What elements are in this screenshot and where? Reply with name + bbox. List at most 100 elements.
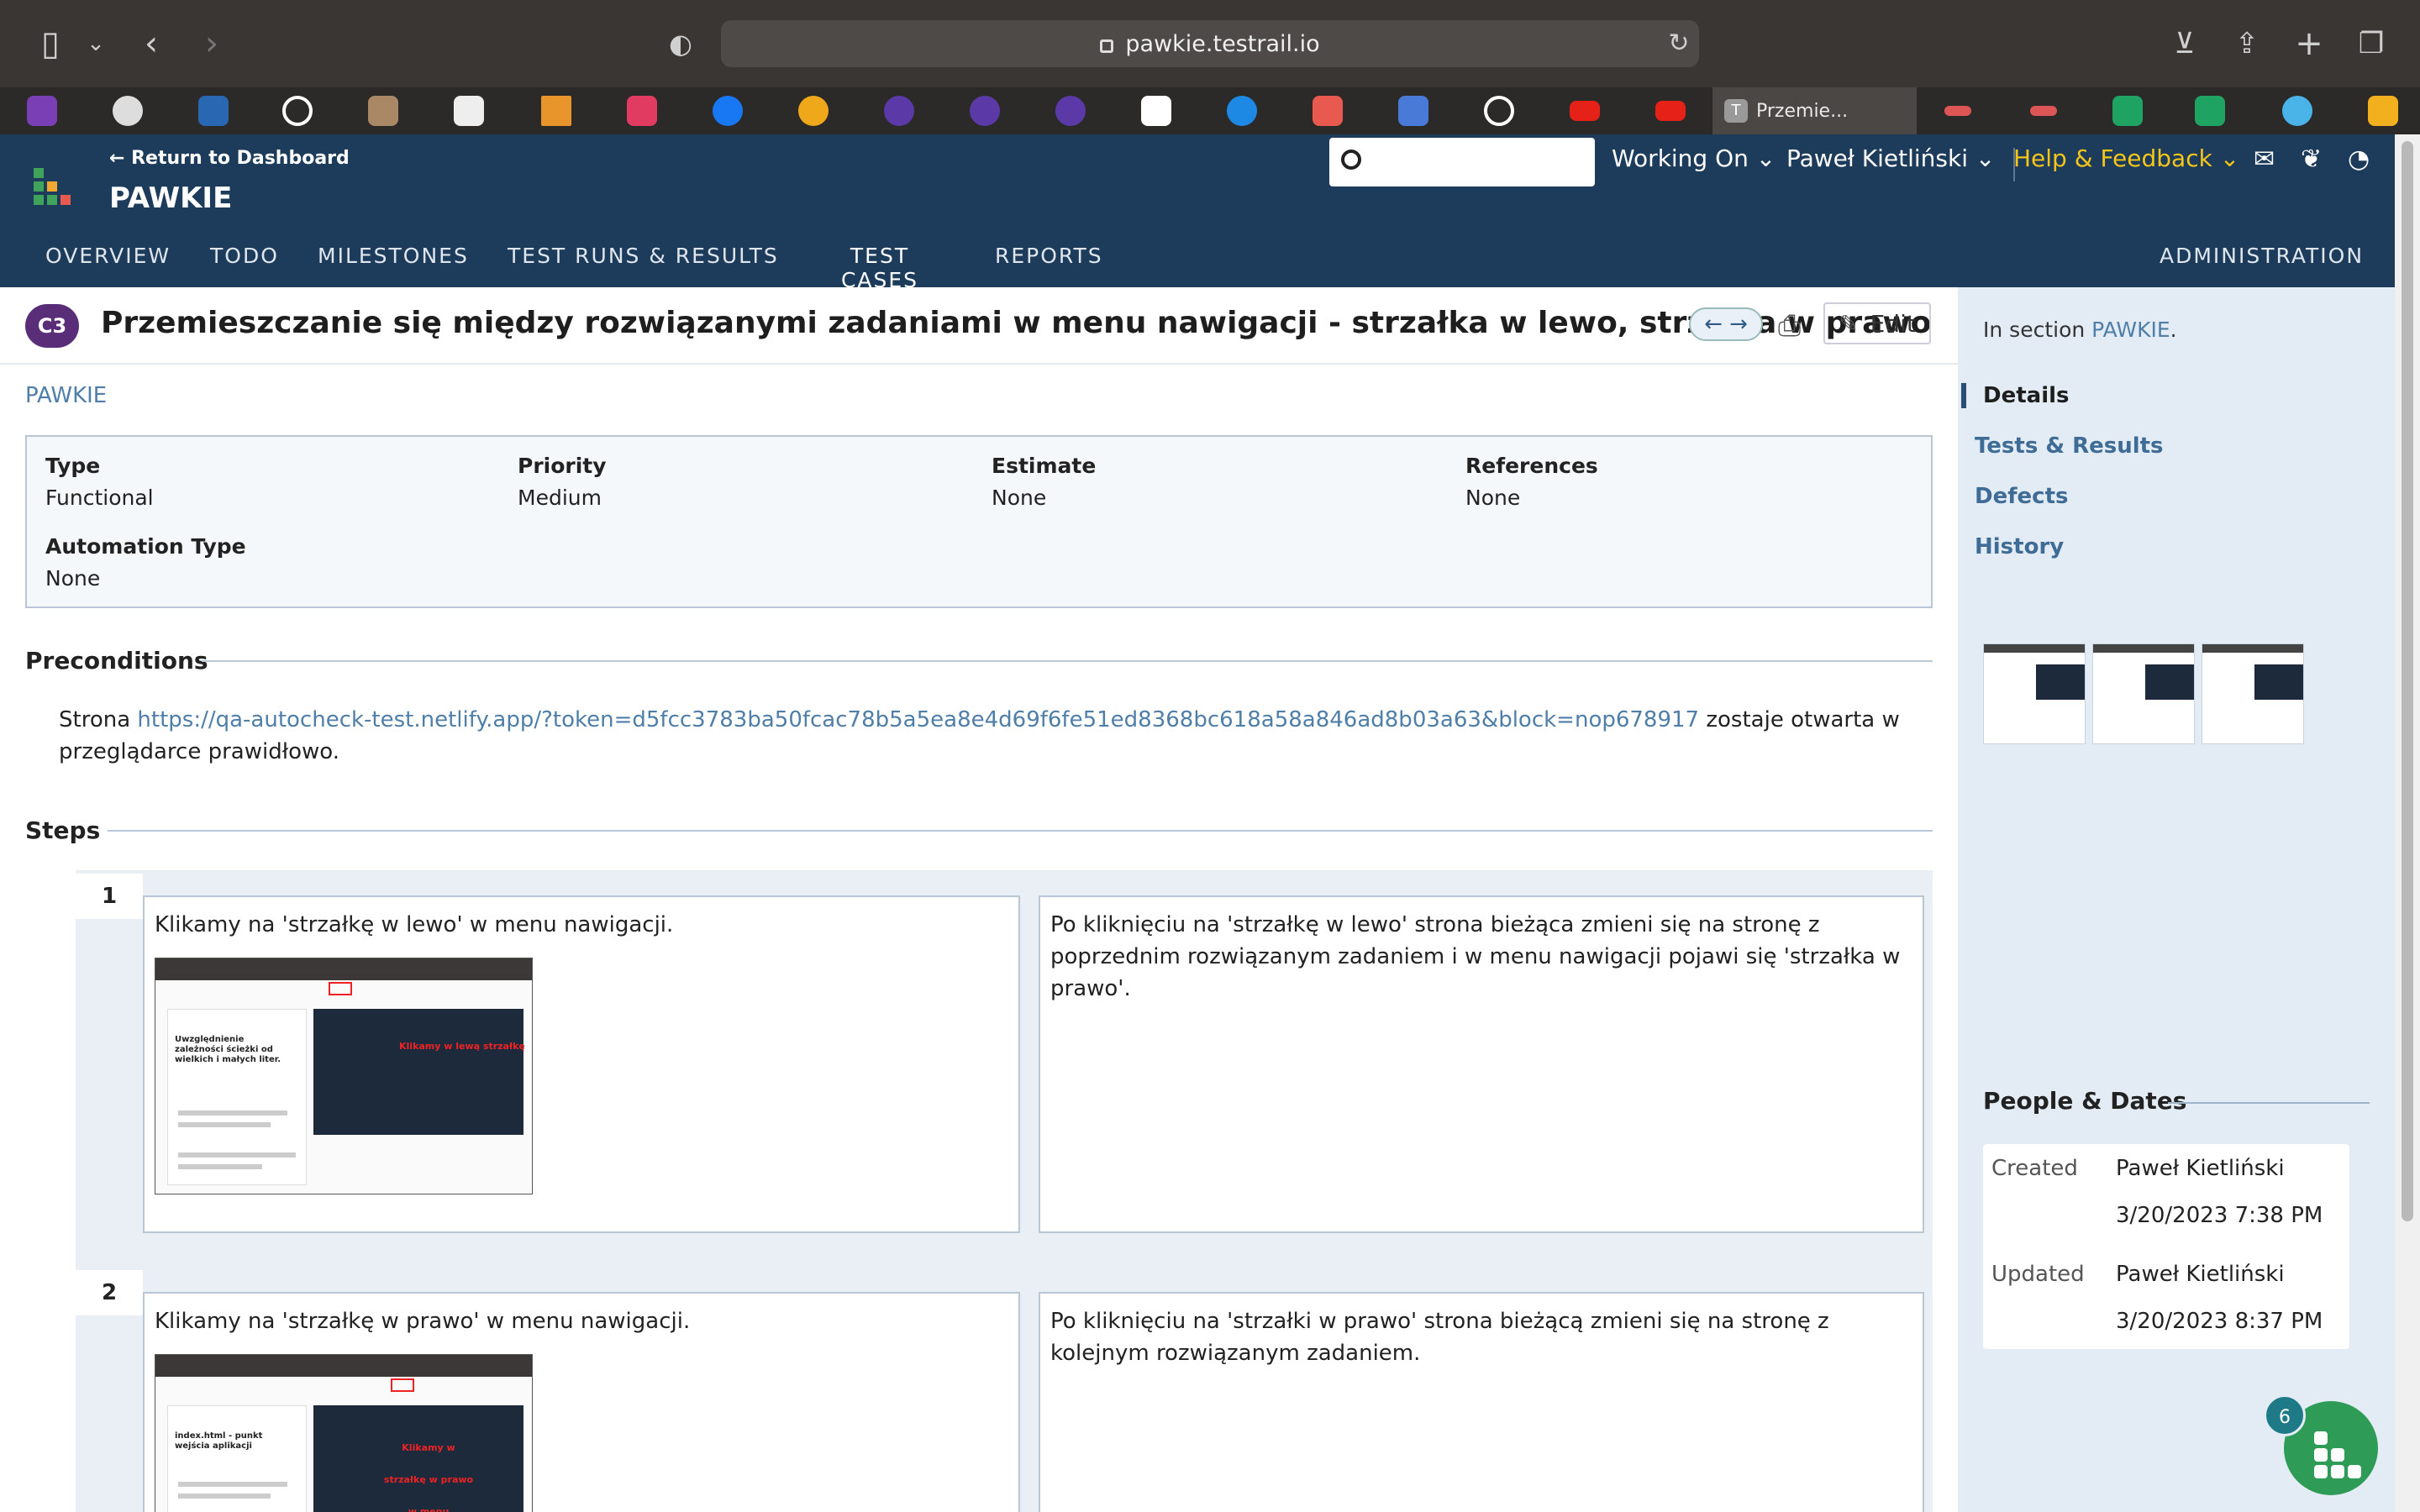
references-value: None: [1465, 486, 1521, 510]
tab-overview[interactable]: OVERVIEW: [45, 244, 171, 268]
sidebar-item-details[interactable]: Details: [1961, 383, 2070, 408]
browser-toolbar: ▯ ⌄ ‹ › ◐ pawkie.testrail.io ↻ ⊻ ⇪ + ❐: [0, 0, 2420, 87]
section-link[interactable]: PAWKIE: [25, 383, 107, 408]
notification-badge: 6: [2264, 1394, 2306, 1436]
tab-favicon-icon[interactable]: [2368, 96, 2398, 126]
step-screenshot[interactable]: Uwzględnienie zależności ścieżki od wiel…: [155, 958, 533, 1194]
prev-next-case-icon[interactable]: ← →: [1689, 307, 1763, 341]
tab-favicon-icon[interactable]: [2030, 106, 2057, 116]
mail-icon[interactable]: ✉: [2254, 144, 2275, 174]
print-icon[interactable]: ⎙: [1778, 309, 1801, 343]
tab-favicon-icon[interactable]: [1227, 96, 1257, 126]
thumb-heading: index.html - punkt wejścia aplikacji: [175, 1431, 263, 1451]
type-label: Type: [45, 454, 101, 478]
tab-favicon-icon[interactable]: [454, 96, 484, 126]
tab-favicon-icon[interactable]: [2282, 96, 2312, 126]
translate-icon[interactable]: [1398, 96, 1428, 126]
sidebar-item-tests-results[interactable]: Tests & Results: [1975, 433, 2164, 459]
youtube-icon[interactable]: [1655, 101, 1686, 121]
priority-value: Medium: [518, 486, 602, 510]
created-at: 3/20/2023 7:38 PM: [2116, 1203, 2323, 1228]
tab-bar: [0, 87, 2420, 134]
tab-title: Przemie...: [1756, 100, 1849, 122]
sidebar-item-history[interactable]: History: [1975, 534, 2064, 559]
tab-administration[interactable]: ADMINISTRATION: [2160, 244, 2364, 268]
star-icon[interactable]: [798, 96, 829, 126]
preconditions-text: Strona https://qa-autocheck-test.netlify…: [59, 707, 1900, 764]
thumb-annotation: Klikamy w strzałkę w prawo w menu nawiga…: [383, 1442, 474, 1512]
tab-test-cases[interactable]: TEST CASES: [792, 244, 968, 312]
section-link[interactable]: PAWKIE: [2091, 318, 2170, 342]
people-dates-heading: People & Dates: [1983, 1087, 2187, 1115]
sheets-icon[interactable]: [2112, 96, 2143, 126]
tab-favicon-icon[interactable]: [541, 96, 571, 126]
step-action: Klikamy na 'strzałkę w lewo' w menu nawi…: [143, 895, 1020, 1233]
testrail-logo-icon[interactable]: [34, 168, 74, 208]
divider: [108, 830, 1933, 832]
steps-heading: Steps: [25, 816, 101, 844]
back-icon[interactable]: ‹: [126, 0, 176, 87]
search-input[interactable]: [1329, 138, 1595, 186]
active-browser-tab[interactable]: T Przemie...: [1712, 87, 1917, 134]
tab-favicon-icon[interactable]: [113, 96, 143, 126]
chevron-down-icon[interactable]: ⌄: [71, 0, 121, 87]
tab-favicon-icon[interactable]: [884, 96, 914, 126]
share-icon[interactable]: ⇪: [2222, 0, 2272, 87]
tab-milestones[interactable]: MILESTONES: [318, 244, 469, 268]
step-number: 1: [76, 874, 143, 919]
sidebar-item-defects[interactable]: Defects: [1975, 484, 2068, 509]
lock-icon: [1100, 39, 1114, 53]
url-text: pawkie.testrail.io: [1125, 30, 1320, 57]
tab-favicon-icon[interactable]: [1313, 96, 1343, 126]
tab-favicon-icon[interactable]: [368, 96, 398, 126]
return-to-dashboard-link[interactable]: ← Return to Dashboard: [109, 148, 350, 169]
step-expected-result: Po kliknięciu na 'strzałki w prawo' stro…: [1039, 1292, 1924, 1512]
tab-favicon-icon[interactable]: [1055, 96, 1086, 126]
references-label: References: [1465, 454, 1598, 478]
scrollbar-thumb[interactable]: [2402, 141, 2413, 1221]
tab-todo[interactable]: TODO: [210, 244, 279, 268]
project-title[interactable]: PAWKIE: [109, 181, 232, 215]
twitter-icon[interactable]: ❦: [2301, 144, 2322, 174]
user-menu-dropdown[interactable]: Paweł Kietliński ⌄: [1786, 144, 1995, 172]
download-icon[interactable]: ⊻: [2160, 0, 2210, 87]
divider: [202, 660, 1933, 662]
case-id-badge: C3: [25, 304, 79, 348]
tab-favicon-icon[interactable]: [1141, 96, 1171, 126]
edit-button[interactable]: ✎ Edit: [1823, 302, 1931, 344]
updated-by: Paweł Kietliński: [2116, 1262, 2285, 1287]
tab-favicon-icon[interactable]: [1484, 96, 1514, 126]
testrail-favicon-icon: T: [1724, 99, 1748, 123]
attachment-thumbnail[interactable]: [2092, 643, 2195, 744]
tab-test-runs-results[interactable]: TEST RUNS & RESULTS: [508, 244, 779, 268]
new-tab-icon[interactable]: +: [2284, 0, 2334, 87]
updated-at: 3/20/2023 8:37 PM: [2116, 1309, 2323, 1334]
linkedin-icon[interactable]: [198, 96, 229, 126]
address-bar[interactable]: pawkie.testrail.io: [721, 20, 1699, 67]
tab-favicon-icon[interactable]: [627, 96, 657, 126]
tab-favicon-icon[interactable]: [1944, 106, 1971, 116]
sheets-icon[interactable]: [2195, 96, 2225, 126]
tab-favicon-icon[interactable]: [27, 96, 57, 126]
forward-icon[interactable]: ›: [187, 0, 237, 87]
preconditions-heading: Preconditions: [25, 647, 208, 675]
attachment-thumbnail[interactable]: [2202, 643, 2304, 744]
attachment-thumbnail[interactable]: [1983, 643, 2086, 744]
shield-icon[interactable]: ◐: [655, 0, 706, 87]
help-feedback-dropdown[interactable]: Help & Feedback ⌄: [2013, 144, 2239, 172]
sidebar-toggle-icon[interactable]: ▯: [25, 0, 76, 87]
step-screenshot[interactable]: index.html - punkt wejścia aplikacji Kli…: [155, 1354, 533, 1512]
divider: [0, 363, 1958, 365]
thumb-annotation: Klikamy w lewą strzałkę: [399, 1041, 525, 1052]
youtube-icon[interactable]: [1570, 101, 1600, 121]
tab-favicon-icon[interactable]: [970, 96, 1000, 126]
reload-icon[interactable]: ↻: [1654, 0, 1704, 87]
pencil-icon: ✎: [1839, 309, 1859, 338]
facebook-icon[interactable]: [713, 96, 743, 126]
tab-overview-icon[interactable]: ❐: [2346, 0, 2396, 87]
tab-reports[interactable]: REPORTS: [995, 244, 1103, 268]
tab-favicon-icon[interactable]: [282, 96, 313, 126]
working-on-dropdown[interactable]: Working On ⌄: [1612, 144, 1776, 172]
precondition-link[interactable]: https://qa-autocheck-test.netlify.app/?t…: [137, 707, 1699, 732]
rss-icon[interactable]: ◔: [2348, 144, 2370, 174]
